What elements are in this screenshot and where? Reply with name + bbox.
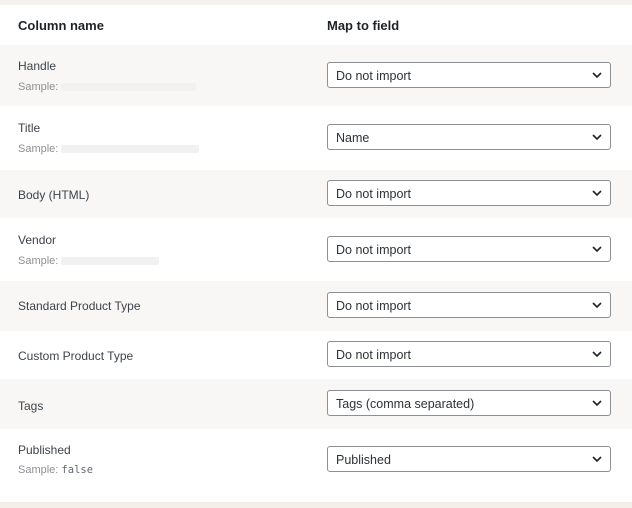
mapping-row-tags: Tags Tags (comma separated) [0,379,632,429]
row-sample: Sample: [18,143,200,155]
chevron-down-icon [592,134,602,141]
map-field-select[interactable]: Do not import [327,236,611,262]
select-value: Do not import [336,348,412,362]
sample-prefix: Sample: [18,255,59,267]
select-value: Do not import [336,187,412,201]
redacted-sample [61,145,200,154]
select-value: Do not import [336,69,412,83]
map-field-select[interactable]: Do not import [327,341,611,367]
row-label: Handle [18,59,57,73]
chevron-down-icon [592,400,602,407]
mapping-row-body-html: Body (HTML) Do not import [0,170,632,218]
bottom-border [0,502,632,508]
mapping-row-custom-product-type: Custom Product Type Do not import [0,331,632,379]
row-label: Vendor [18,233,57,247]
mapping-row-standard-product-type: Standard Product Type Do not import [0,281,632,331]
redacted-sample [61,83,197,92]
chevron-down-icon [592,351,602,358]
sample-value: false [61,464,94,476]
row-sample: Sample: false [18,464,93,476]
column-mapping-panel: Column name Map to field Handle Sample: … [0,0,632,508]
select-value: Do not import [336,243,412,257]
map-field-select[interactable]: Published [327,446,611,472]
row-label: Published [18,443,71,457]
row-label: Standard Product Type [18,299,141,313]
mapping-row-handle: Handle Sample: Do not import [0,45,632,106]
sample-prefix: Sample: [18,143,59,155]
chevron-down-icon [592,456,602,463]
row-label: Body (HTML) [18,188,90,202]
chevron-down-icon [592,190,602,197]
row-label: Title [18,121,41,135]
chevron-down-icon [592,302,602,309]
map-field-select[interactable]: Name [327,124,611,150]
mapping-row-published: Published Sample: false Published [0,429,632,502]
mapping-row-vendor: Vendor Sample: Do not import [0,218,632,281]
map-field-select[interactable]: Tags (comma separated) [327,390,611,416]
row-sample: Sample: [18,255,160,267]
redacted-sample [61,257,160,266]
mapping-row-title: Title Sample: Name [0,106,632,170]
table-header: Column name Map to field [0,5,632,45]
select-value: Published [336,453,391,467]
row-sample: Sample: [18,81,197,93]
select-value: Tags (comma separated) [336,397,475,411]
select-value: Do not import [336,299,412,313]
row-label: Custom Product Type [18,349,134,363]
map-field-select[interactable]: Do not import [327,62,611,88]
select-value: Name [336,131,370,145]
map-field-select[interactable]: Do not import [327,292,611,318]
map-to-field-heading: Map to field [327,18,400,33]
chevron-down-icon [592,72,602,79]
sample-prefix: Sample: [18,81,59,93]
map-field-select[interactable]: Do not import [327,180,611,206]
chevron-down-icon [592,246,602,253]
row-label: Tags [18,399,44,413]
sample-prefix: Sample: [18,464,59,476]
column-name-heading: Column name [18,18,104,33]
